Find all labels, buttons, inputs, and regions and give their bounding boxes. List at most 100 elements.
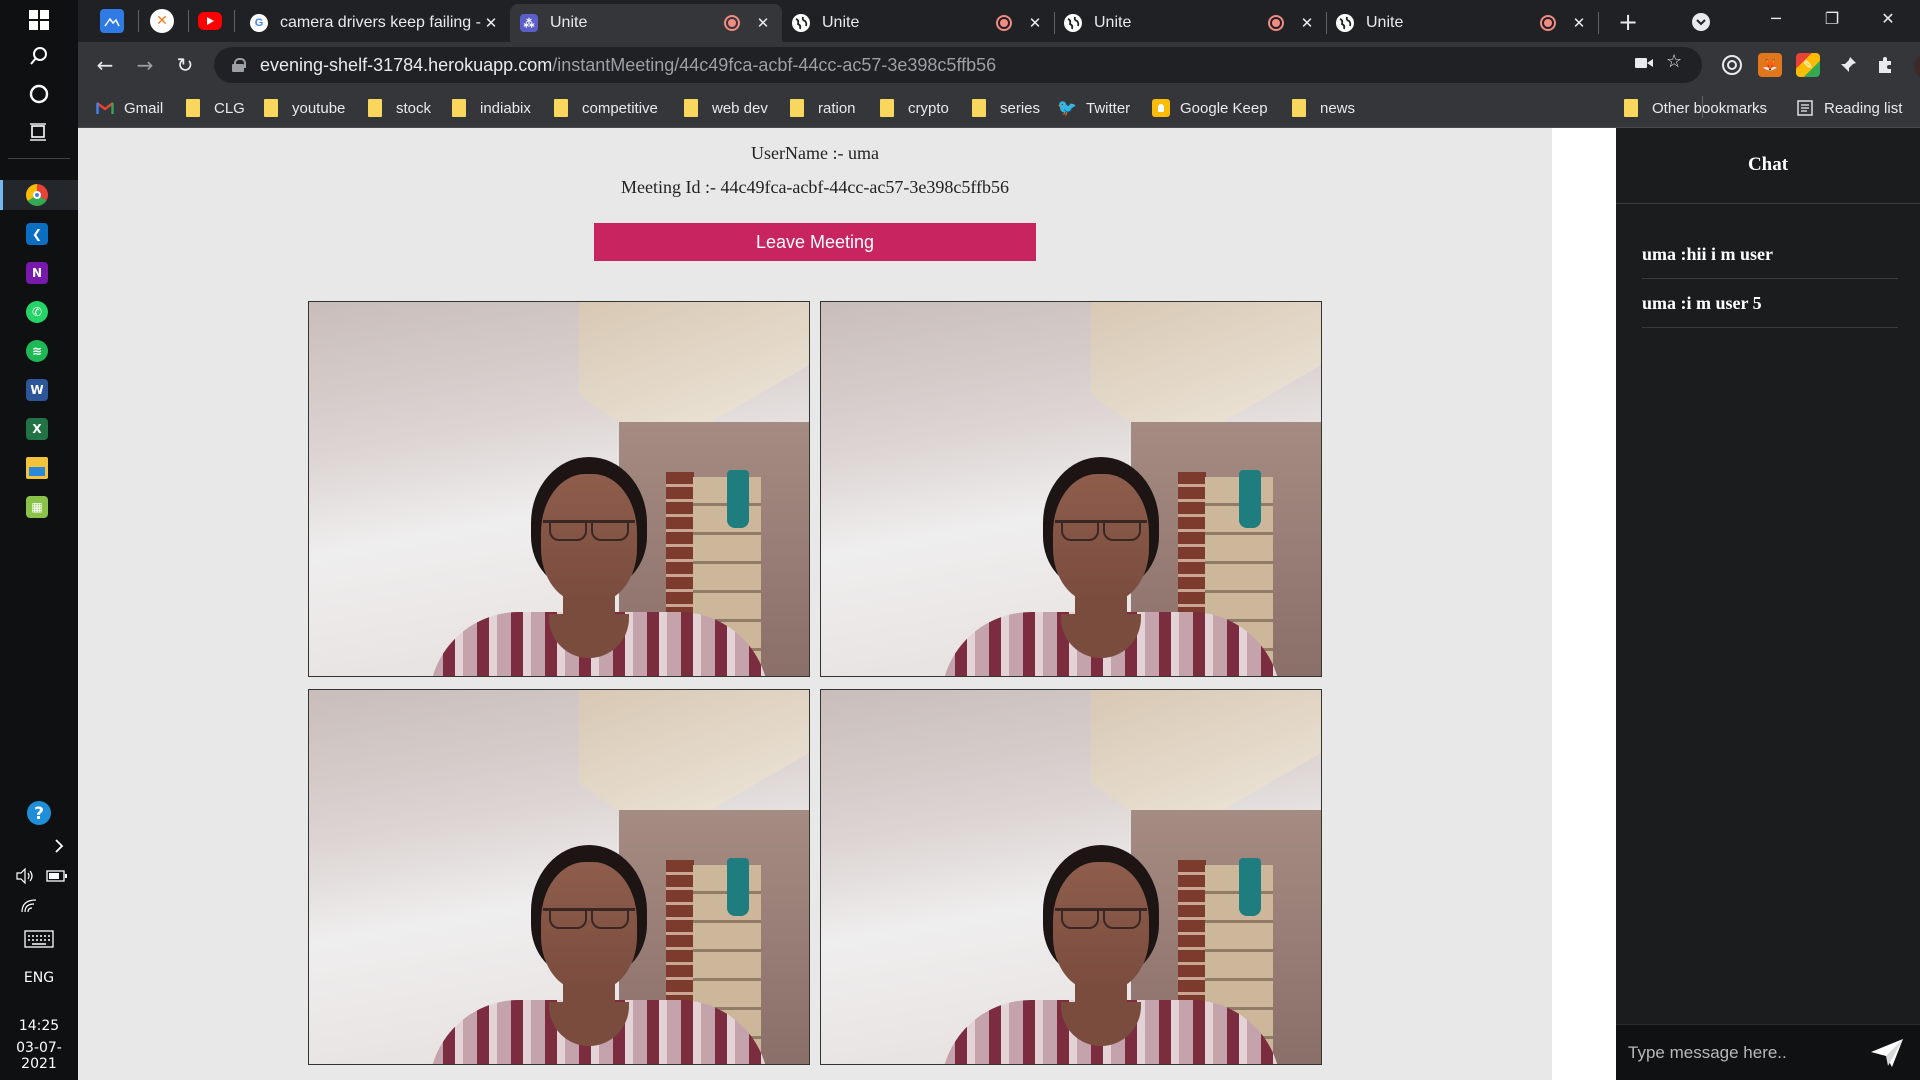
camera-in-use-icon[interactable] (1634, 54, 1654, 75)
tab-close-icon[interactable]: ✕ (482, 14, 500, 32)
leave-meeting-button[interactable]: Leave Meeting (594, 223, 1036, 261)
tab-separator (1598, 12, 1599, 34)
chat-message: uma :hii i m user (1642, 230, 1898, 279)
send-icon[interactable] (1868, 1035, 1906, 1071)
other-bookmarks-folder[interactable]: Other bookmarks (1624, 96, 1767, 120)
clock-date[interactable]: 03-07-2021 (0, 1040, 78, 1072)
recording-indicator-icon (1540, 15, 1556, 31)
bookmark-folder-competitive[interactable]: competitive (554, 96, 658, 120)
pin-icon[interactable] (1836, 53, 1860, 77)
bookmark-twitter[interactable]: 🐦 Twitter (1057, 96, 1130, 120)
globe-icon (1064, 14, 1082, 32)
tab-close-icon[interactable]: ✕ (1026, 14, 1044, 32)
video-tile (820, 301, 1322, 677)
bookmark-folder-indiabix[interactable]: indiabix (452, 96, 531, 120)
extension-target-icon[interactable] (1720, 53, 1744, 77)
whatsapp-taskbar-icon[interactable]: ✆ (26, 301, 48, 323)
color-picker-extension-icon[interactable]: ✎ (1796, 53, 1820, 77)
bookmark-folder-series[interactable]: series (972, 96, 1040, 120)
username-label: UserName :- uma (751, 143, 879, 163)
windows-start-icon[interactable] (0, 2, 78, 38)
new-tab-plus-icon[interactable]: + (1608, 4, 1648, 40)
tab-title: Unite (1366, 14, 1404, 31)
address-bar[interactable]: evening-shelf-31784.herokuapp.com/instan… (214, 47, 1702, 83)
chat-panel: Chat uma :hii i m user uma :i m user 5 (1616, 128, 1920, 1080)
bookmark-folder-crypto[interactable]: crypto (880, 96, 949, 120)
onenote-taskbar-icon[interactable]: N (26, 262, 48, 284)
bookmark-folder-news[interactable]: news (1292, 96, 1355, 120)
tab-unite-3[interactable]: Unite ✕ (1054, 4, 1326, 42)
folder-icon (554, 99, 568, 117)
tab-unite-active[interactable]: ⁂ Unite ✕ (510, 4, 782, 42)
search-icon[interactable] (0, 38, 78, 74)
bookmark-folder-youtube[interactable]: youtube (264, 96, 345, 120)
pinned-tab-extension-icon[interactable]: ✕ (150, 9, 174, 33)
bookmark-folder-web-dev[interactable]: web dev (684, 96, 768, 120)
clock-time[interactable]: 14:25 (0, 1018, 78, 1034)
bookmark-google-keep[interactable]: Google Keep (1152, 96, 1268, 120)
pinned-tab-youtube-icon[interactable] (198, 12, 222, 30)
tab-title: Unite (1094, 14, 1132, 31)
chat-message: uma :i m user 5 (1642, 279, 1898, 328)
extensions-puzzle-icon[interactable] (1874, 53, 1898, 77)
bookmark-folder-clg[interactable]: CLG (186, 96, 245, 120)
vscode-taskbar-icon[interactable]: ❮ (26, 223, 48, 245)
chrome-taskbar-icon[interactable] (26, 184, 48, 206)
recording-indicator-icon (1268, 15, 1284, 31)
tab-close-icon[interactable]: ✕ (754, 14, 772, 32)
forward-arrow-icon[interactable]: → (130, 50, 160, 80)
video-tile (308, 689, 810, 1065)
folder-icon (368, 99, 382, 117)
meeting-page: UserName :- uma Meeting Id :- 44c49fca-a… (78, 128, 1552, 1080)
chat-divider (1616, 203, 1920, 204)
file-explorer-taskbar-icon[interactable] (26, 457, 48, 479)
browser-toolbar: ← → ↻ evening-shelf-31784.herokuapp.com /… (78, 42, 1920, 88)
page-gutter (1552, 128, 1616, 1080)
tab-search-icon[interactable] (1674, 4, 1728, 40)
wifi-icon[interactable] (0, 888, 68, 924)
tab-separator (138, 10, 139, 32)
gmail-icon (96, 99, 114, 117)
close-window-icon[interactable]: ✕ (1860, 0, 1916, 36)
bookmark-folder-stock[interactable]: stock (368, 96, 431, 120)
excel-taskbar-icon[interactable]: X (26, 418, 48, 440)
folder-icon (972, 99, 986, 117)
video-tile (820, 689, 1322, 1065)
reload-icon[interactable]: ↻ (170, 50, 200, 80)
cortana-icon[interactable] (0, 76, 78, 112)
folder-icon (1292, 99, 1306, 117)
browser-chrome: ✕ G camera drivers keep failing - ✕ ⁂ Un… (78, 0, 1920, 128)
restore-icon[interactable]: ❐ (1804, 0, 1860, 36)
svg-text:?: ? (34, 804, 44, 824)
chat-input-bar (1616, 1024, 1920, 1080)
bookmark-folder-ration[interactable]: ration (790, 96, 856, 120)
metamask-icon[interactable]: 🦊 (1758, 53, 1782, 77)
tab-close-icon[interactable]: ✕ (1570, 14, 1588, 32)
tab-close-icon[interactable]: ✕ (1298, 14, 1316, 32)
tab-camera-drivers[interactable]: G camera drivers keep failing - ✕ (240, 4, 510, 42)
folder-icon (790, 99, 804, 117)
tab-unite-4[interactable]: Unite ✕ (1326, 4, 1598, 42)
bookmarks-separator (1702, 96, 1703, 118)
task-view-icon[interactable] (0, 114, 78, 150)
input-language[interactable]: ENG (0, 970, 78, 986)
pinned-tab-photos-icon[interactable] (100, 9, 124, 33)
folder-icon (684, 99, 698, 117)
bookmark-gmail[interactable]: Gmail (96, 96, 163, 120)
reading-list-icon (1796, 99, 1814, 117)
meeting-id-label: Meeting Id :- 44c49fca-acbf-44cc-ac57-3e… (621, 177, 1009, 197)
folder-icon (264, 99, 278, 117)
word-taskbar-icon[interactable]: W (26, 379, 48, 401)
bookmark-star-icon[interactable]: ☆ (1666, 51, 1682, 72)
keyboard-icon[interactable] (0, 921, 78, 957)
google-keep-icon (1152, 99, 1170, 117)
chat-message-input[interactable] (1628, 1035, 1854, 1071)
photos-taskbar-icon[interactable]: ▦ (26, 496, 48, 518)
back-arrow-icon[interactable]: ← (90, 50, 120, 80)
lock-icon[interactable] (232, 58, 246, 72)
help-icon[interactable]: ? (0, 795, 78, 831)
spotify-taskbar-icon[interactable]: ≋ (26, 340, 48, 362)
reading-list-button[interactable]: Reading list (1796, 96, 1902, 120)
minimize-icon[interactable]: ─ (1748, 0, 1804, 36)
tab-unite-2[interactable]: Unite ✕ (782, 4, 1054, 42)
